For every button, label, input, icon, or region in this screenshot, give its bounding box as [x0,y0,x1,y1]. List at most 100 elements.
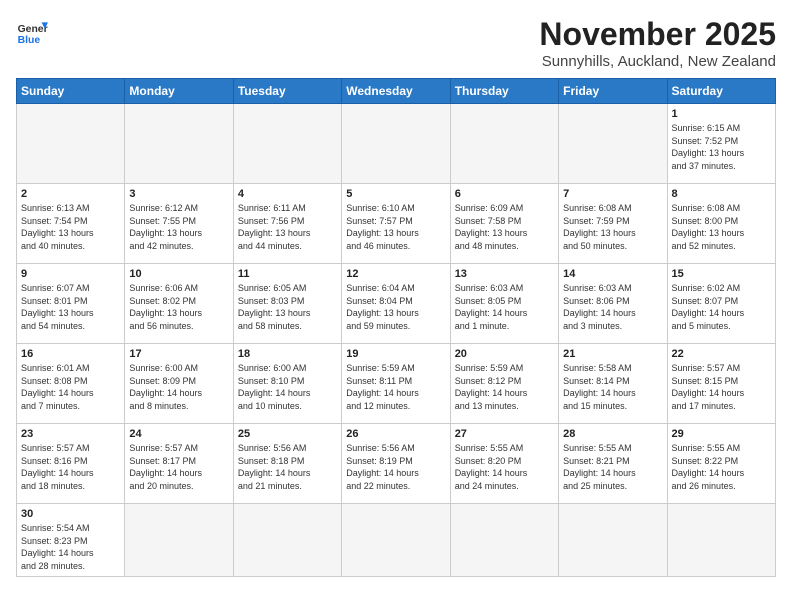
day-number: 27 [455,428,554,440]
day-info: Sunrise: 5:54 AM Sunset: 8:23 PM Dayligh… [21,522,120,572]
calendar-day-cell: 8 Sunrise: 6:08 AM Sunset: 8:00 PM Daylig… [667,184,775,264]
day-number: 23 [21,428,120,440]
calendar-day-cell: 24Sunrise: 5:57 AM Sunset: 8:17 PM Dayli… [125,424,233,504]
calendar-day-cell: 20 Sunrise: 5:59 AM Sunset: 8:12 PM Dayli… [450,344,558,424]
day-info: Sunrise: 6:08 AM Sunset: 7:59 PM Dayligh… [563,202,662,252]
weekday-header: Saturday [667,79,775,104]
calendar-day-cell [233,504,341,577]
weekday-header: Tuesday [233,79,341,104]
day-number: 19 [346,348,445,360]
calendar-day-cell: 14Sunrise: 6:03 AM Sunset: 8:06 PM Dayli… [559,264,667,344]
day-number: 3 [129,188,228,200]
calendar-day-cell: 26 Sunrise: 5:56 AM Sunset: 8:19 PM Dayli… [342,424,450,504]
day-number: 2 [21,188,120,200]
day-info: Sunrise: 5:56 AM Sunset: 8:18 PM Dayligh… [238,442,337,492]
calendar-week-row: 30 Sunrise: 5:54 AM Sunset: 8:23 PM Dayli… [17,504,776,577]
calendar-day-cell [125,504,233,577]
day-info: Sunrise: 6:03 AM Sunset: 8:05 PM Dayligh… [455,282,554,332]
day-info: Sunrise: 5:56 AM Sunset: 8:19 PM Dayligh… [346,442,445,492]
calendar-week-row: 1 Sunrise: 6:15 AM Sunset: 7:52 PM Daylig… [17,104,776,184]
day-info: Sunrise: 5:59 AM Sunset: 8:12 PM Dayligh… [455,362,554,412]
day-number: 18 [238,348,337,360]
day-number: 12 [346,268,445,280]
calendar-day-cell [17,104,125,184]
day-number: 10 [129,268,228,280]
day-info: Sunrise: 5:58 AM Sunset: 8:14 PM Dayligh… [563,362,662,412]
calendar-day-cell [342,504,450,577]
calendar-day-cell: 30 Sunrise: 5:54 AM Sunset: 8:23 PM Dayli… [17,504,125,577]
day-info: Sunrise: 6:08 AM Sunset: 8:00 PM Dayligh… [672,202,771,252]
calendar-day-cell: 4 Sunrise: 6:11 AM Sunset: 7:56 PM Daylig… [233,184,341,264]
day-number: 8 [672,188,771,200]
calendar-day-cell [559,104,667,184]
calendar-day-cell [667,504,775,577]
day-info: Sunrise: 6:09 AM Sunset: 7:58 PM Dayligh… [455,202,554,252]
calendar-day-cell: 15 Sunrise: 6:02 AM Sunset: 8:07 PM Dayli… [667,264,775,344]
day-number: 20 [455,348,554,360]
day-number: 22 [672,348,771,360]
calendar-day-cell [233,104,341,184]
day-number: 26 [346,428,445,440]
weekday-header-row: SundayMondayTuesdayWednesdayThursdayFrid… [17,79,776,104]
weekday-header: Wednesday [342,79,450,104]
calendar-day-cell: 13 Sunrise: 6:03 AM Sunset: 8:05 PM Dayli… [450,264,558,344]
day-info: Sunrise: 6:13 AM Sunset: 7:54 PM Dayligh… [21,202,120,252]
calendar-day-cell: 2 Sunrise: 6:13 AM Sunset: 7:54 PM Daylig… [17,184,125,264]
calendar-day-cell: 10Sunrise: 6:06 AM Sunset: 8:02 PM Dayli… [125,264,233,344]
day-number: 30 [21,508,120,520]
calendar-week-row: 9 Sunrise: 6:07 AM Sunset: 8:01 PM Daylig… [17,264,776,344]
day-info: Sunrise: 5:57 AM Sunset: 8:16 PM Dayligh… [21,442,120,492]
day-info: Sunrise: 6:11 AM Sunset: 7:56 PM Dayligh… [238,202,337,252]
calendar-day-cell: 5Sunrise: 6:10 AM Sunset: 7:57 PM Daylig… [342,184,450,264]
day-number: 15 [672,268,771,280]
month-title: November 2025 [539,16,776,53]
calendar-table: SundayMondayTuesdayWednesdayThursdayFrid… [16,78,776,577]
calendar-day-cell: 7 Sunrise: 6:08 AM Sunset: 7:59 PM Daylig… [559,184,667,264]
day-number: 29 [672,428,771,440]
calendar-day-cell: 19 Sunrise: 5:59 AM Sunset: 8:11 PM Dayli… [342,344,450,424]
svg-text:Blue: Blue [18,35,41,46]
day-info: Sunrise: 6:04 AM Sunset: 8:04 PM Dayligh… [346,282,445,332]
day-info: Sunrise: 6:01 AM Sunset: 8:08 PM Dayligh… [21,362,120,412]
day-number: 4 [238,188,337,200]
subtitle: Sunnyhills, Auckland, New Zealand [539,53,776,70]
day-number: 9 [21,268,120,280]
weekday-header: Monday [125,79,233,104]
day-info: Sunrise: 5:55 AM Sunset: 8:22 PM Dayligh… [672,442,771,492]
calendar-day-cell [559,504,667,577]
day-number: 25 [238,428,337,440]
day-info: Sunrise: 5:57 AM Sunset: 8:17 PM Dayligh… [129,442,228,492]
calendar-day-cell: 16 Sunrise: 6:01 AM Sunset: 8:08 PM Dayli… [17,344,125,424]
logo: General Blue [16,16,48,48]
calendar-day-cell: 11Sunrise: 6:05 AM Sunset: 8:03 PM Dayli… [233,264,341,344]
title-area: November 2025 Sunnyhills, Auckland, New … [539,16,776,70]
day-info: Sunrise: 5:59 AM Sunset: 8:11 PM Dayligh… [346,362,445,412]
weekday-header: Sunday [17,79,125,104]
day-number: 17 [129,348,228,360]
calendar-day-cell: 12 Sunrise: 6:04 AM Sunset: 8:04 PM Dayli… [342,264,450,344]
weekday-header: Thursday [450,79,558,104]
calendar-day-cell: 28Sunrise: 5:55 AM Sunset: 8:21 PM Dayli… [559,424,667,504]
calendar-day-cell: 17Sunrise: 6:00 AM Sunset: 8:09 PM Dayli… [125,344,233,424]
day-number: 5 [346,188,445,200]
day-info: Sunrise: 6:15 AM Sunset: 7:52 PM Dayligh… [672,122,771,172]
calendar-day-cell: 21 Sunrise: 5:58 AM Sunset: 8:14 PM Dayli… [559,344,667,424]
calendar-day-cell: 1 Sunrise: 6:15 AM Sunset: 7:52 PM Daylig… [667,104,775,184]
calendar-day-cell: 3Sunrise: 6:12 AM Sunset: 7:55 PM Daylig… [125,184,233,264]
day-number: 13 [455,268,554,280]
day-number: 7 [563,188,662,200]
day-info: Sunrise: 6:02 AM Sunset: 8:07 PM Dayligh… [672,282,771,332]
day-info: Sunrise: 6:07 AM Sunset: 8:01 PM Dayligh… [21,282,120,332]
day-number: 1 [672,108,771,120]
day-number: 6 [455,188,554,200]
day-info: Sunrise: 5:55 AM Sunset: 8:21 PM Dayligh… [563,442,662,492]
calendar-day-cell [450,104,558,184]
calendar-day-cell: 27Sunrise: 5:55 AM Sunset: 8:20 PM Dayli… [450,424,558,504]
calendar-week-row: 2 Sunrise: 6:13 AM Sunset: 7:54 PM Daylig… [17,184,776,264]
day-number: 16 [21,348,120,360]
day-info: Sunrise: 6:05 AM Sunset: 8:03 PM Dayligh… [238,282,337,332]
page-header: General Blue November 2025 Sunnyhills, A… [16,16,776,70]
day-number: 21 [563,348,662,360]
day-info: Sunrise: 6:00 AM Sunset: 8:10 PM Dayligh… [238,362,337,412]
calendar-day-cell: 9 Sunrise: 6:07 AM Sunset: 8:01 PM Daylig… [17,264,125,344]
